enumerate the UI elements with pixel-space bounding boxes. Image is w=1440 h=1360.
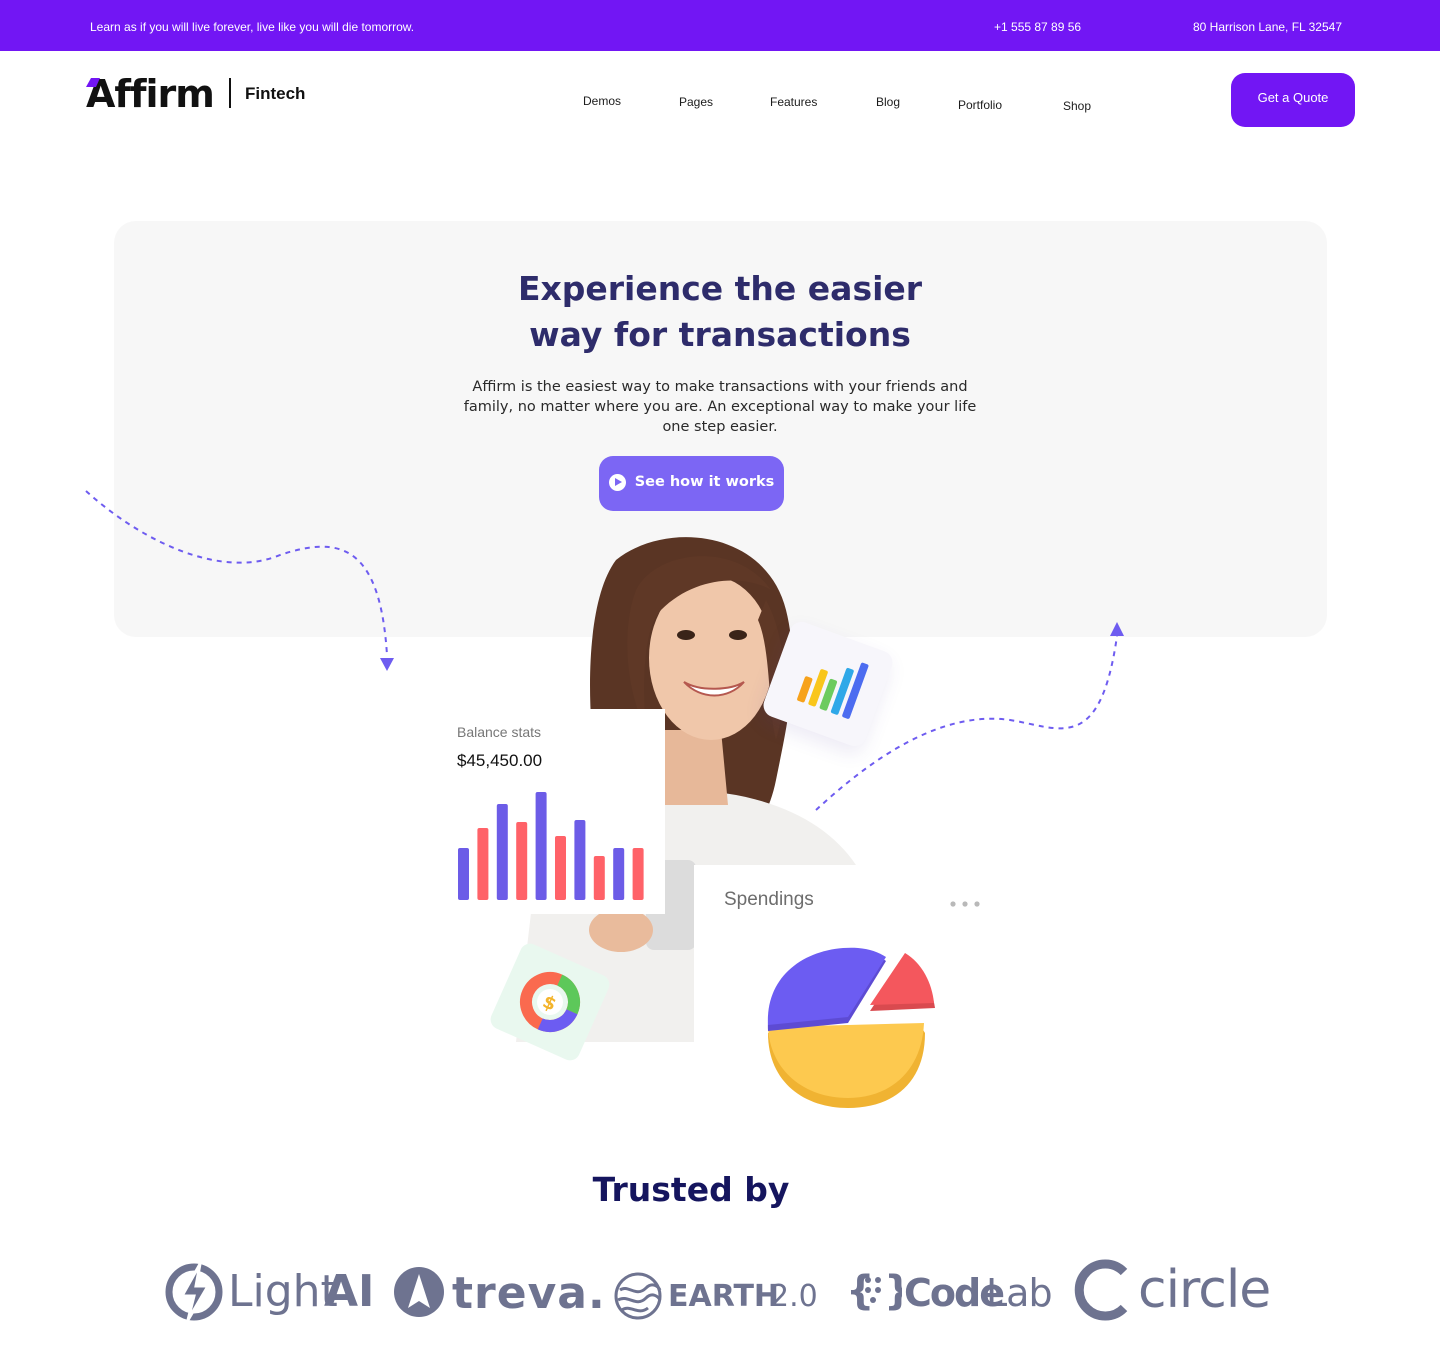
nav-features[interactable]: Features [770, 95, 817, 109]
balance-bar [574, 820, 586, 900]
balance-bar [613, 848, 625, 900]
circle-text: circle [1138, 1260, 1271, 1320]
nav-demos[interactable]: Demos [583, 94, 621, 108]
logo-earth[interactable]: EARTH 2.0 [614, 1258, 824, 1322]
nav-portfolio[interactable]: Portfolio [958, 98, 1002, 112]
globe-icon [614, 1272, 662, 1320]
balance-stats-label: Balance stats [457, 724, 542, 740]
balance-bar [496, 804, 508, 900]
logo-lightai[interactable]: Light AI [164, 1258, 374, 1322]
balance-bar [477, 828, 489, 900]
see-how-it-works-button[interactable]: See how it works [599, 456, 784, 511]
earth-text-version: 2.0 [770, 1279, 818, 1314]
hero-title: Experience the easier way for transactio… [470, 266, 970, 358]
spendings-pie-chart [767, 947, 935, 1108]
logo-circle[interactable]: circle [1074, 1258, 1284, 1322]
balance-bar [458, 848, 469, 900]
treva-text: treva. [452, 1268, 606, 1319]
balance-stats-card: Balance stats $45,450.00 [442, 709, 665, 914]
ring-icon [1074, 1259, 1128, 1321]
balance-bar [535, 792, 547, 900]
top-bar: Learn as if you will live forever, live … [0, 0, 1440, 51]
svg-text:}: } [884, 1268, 902, 1314]
logo-treva[interactable]: treva. [392, 1258, 605, 1322]
rocket-icon [394, 1267, 444, 1317]
play-icon [608, 473, 626, 491]
nav-pages[interactable]: Pages [679, 95, 713, 109]
codelab-text-lab: Lab [986, 1271, 1053, 1315]
nav-shop[interactable]: Shop [1063, 99, 1091, 113]
braces-icon: { } [846, 1268, 902, 1314]
topbar-phone[interactable]: +1 555 87 89 56 [994, 20, 1081, 34]
balance-value: $45,450.00 [457, 751, 543, 770]
more-options-icon[interactable] [950, 901, 982, 907]
lightning-icon [165, 1263, 223, 1321]
balance-bar [593, 856, 605, 900]
earth-text-bold: EARTH [668, 1279, 780, 1314]
hero-title-line-2: way for transactions [529, 315, 911, 354]
logo-codelab[interactable]: { } Code Lab [846, 1258, 1053, 1322]
lightai-text-ai: AI [324, 1266, 375, 1317]
spendings-card: Spendings [694, 865, 994, 1115]
see-how-it-works-label: See how it works [634, 474, 775, 490]
balance-bar-chart [458, 792, 644, 900]
hero-description: Affirm is the easiest way to make transa… [463, 379, 977, 435]
trusted-by-title: Trusted by [592, 1170, 790, 1209]
logo-subtitle: Fintech [245, 84, 306, 103]
get-quote-button[interactable]: Get a Quote [1231, 73, 1355, 127]
topbar-address: 80 Harrison Lane, FL 32547 [1193, 20, 1342, 34]
spendings-label: Spendings [724, 889, 814, 910]
lightai-text-light: Light [228, 1266, 338, 1317]
topbar-quote: Learn as if you will live forever, live … [90, 20, 415, 34]
balance-bar [555, 836, 566, 900]
balance-bar [516, 822, 528, 900]
logo-divider [229, 78, 231, 108]
hero-title-line-1: Experience the easier [517, 269, 923, 308]
logo-mark-icon [86, 78, 100, 87]
nav-blog[interactable]: Blog [876, 95, 900, 109]
balance-bar [632, 848, 644, 900]
